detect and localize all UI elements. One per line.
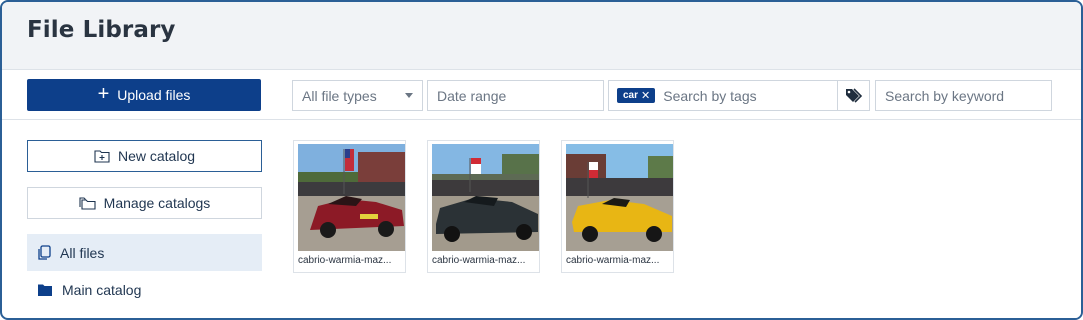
tags-icon <box>845 87 862 103</box>
file-type-value: All file types <box>302 87 377 104</box>
upload-files-button[interactable]: + Upload files <box>27 79 261 111</box>
sidebar-item-main-catalog[interactable]: Main catalog <box>27 271 262 308</box>
new-catalog-button[interactable]: New catalog <box>27 140 262 172</box>
remove-tag-icon[interactable]: ✕ <box>641 89 650 102</box>
folder-plus-icon <box>94 150 110 163</box>
tags-search-input[interactable]: car ✕ Search by tags <box>608 80 838 111</box>
file-card[interactable]: cabrio-warmia-maz... <box>293 140 406 273</box>
manage-catalogs-button[interactable]: Manage catalogs <box>27 187 262 219</box>
date-range-input[interactable]: Date range <box>427 80 604 111</box>
file-name: cabrio-warmia-maz... <box>298 255 392 266</box>
sidebar-item-label: All files <box>60 244 105 261</box>
file-thumbnail <box>432 144 539 251</box>
tags-button[interactable] <box>837 80 870 111</box>
folder-icon <box>38 284 52 296</box>
file-card[interactable]: cabrio-warmia-maz... <box>427 140 540 273</box>
plus-icon: + <box>97 83 110 105</box>
folders-icon <box>79 197 96 210</box>
file-library-window: File Library + Upload files All file typ… <box>0 0 1083 320</box>
manage-catalogs-label: Manage catalogs <box>103 195 211 211</box>
sidebar-item-label: Main catalog <box>62 281 142 298</box>
header: File Library <box>2 2 1081 70</box>
upload-files-label: Upload files <box>117 87 191 103</box>
file-type-select[interactable]: All file types <box>292 80 423 111</box>
caret-down-icon <box>405 93 413 98</box>
page-title: File Library <box>27 17 176 43</box>
file-thumbnail <box>566 144 673 251</box>
file-name: cabrio-warmia-maz... <box>566 255 660 266</box>
file-name: cabrio-warmia-maz... <box>432 255 526 266</box>
file-card[interactable]: cabrio-warmia-maz... <box>561 140 674 273</box>
keyword-placeholder: Search by keyword <box>885 87 1005 104</box>
new-catalog-label: New catalog <box>117 148 196 164</box>
sidebar-item-all-files[interactable]: All files <box>27 234 262 271</box>
keyword-search-input[interactable]: Search by keyword <box>875 80 1052 111</box>
tag-chip-car[interactable]: car ✕ <box>617 88 656 103</box>
toolbar: + Upload files All file types Date range… <box>2 70 1081 120</box>
tag-chip-label: car <box>623 90 639 101</box>
date-range-placeholder: Date range <box>437 87 507 104</box>
copy-icon <box>38 244 51 260</box>
file-thumbnail <box>298 144 405 251</box>
tags-placeholder: Search by tags <box>663 87 757 104</box>
